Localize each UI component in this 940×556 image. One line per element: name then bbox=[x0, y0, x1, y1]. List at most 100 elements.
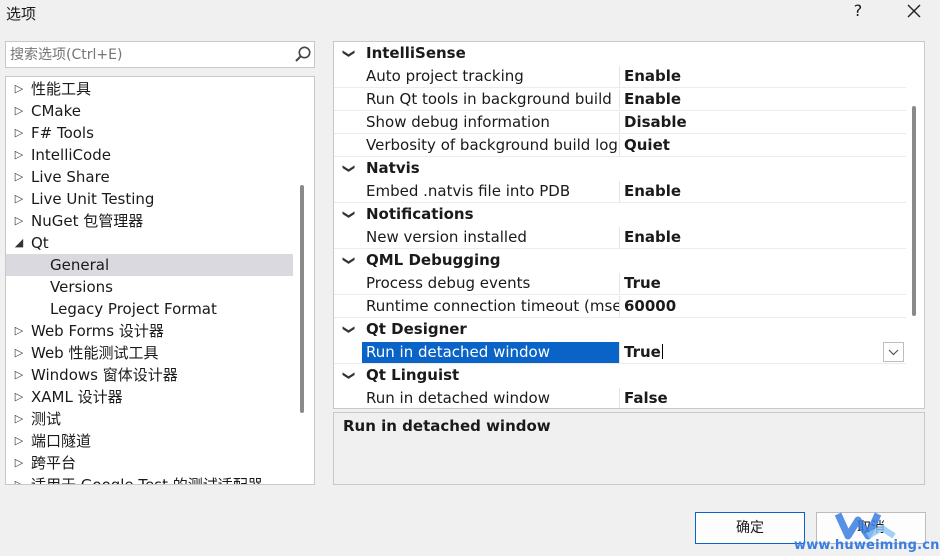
property-row[interactable]: Show debug information Disable bbox=[334, 111, 906, 134]
property-value[interactable]: Enable bbox=[620, 181, 904, 202]
property-value[interactable]: Quiet bbox=[620, 135, 904, 156]
collapsed-arrow-icon[interactable]: ▷ bbox=[13, 320, 25, 342]
collapsed-arrow-icon[interactable]: ▷ bbox=[13, 408, 25, 430]
tree-item[interactable]: ◢ Qt bbox=[6, 232, 293, 254]
tree-item[interactable]: ▷ Web 性能测试工具 bbox=[6, 342, 293, 364]
property-value[interactable]: Enable bbox=[620, 227, 904, 248]
property-category[interactable]: ❯ Qt Linguist bbox=[334, 364, 906, 387]
collapsed-arrow-icon[interactable]: ▷ bbox=[13, 100, 25, 122]
property-name[interactable]: Runtime connection timeout (msec) bbox=[362, 296, 620, 317]
collapsed-arrow-icon[interactable]: ▷ bbox=[13, 452, 25, 474]
tree-child-item[interactable]: Legacy Project Format bbox=[6, 298, 293, 320]
property-value-text: Quiet bbox=[624, 136, 670, 154]
property-row[interactable]: Run in detached window False bbox=[334, 387, 906, 408]
tree-item[interactable]: ▷ 跨平台 bbox=[6, 452, 293, 474]
tree-item-label: Web Forms 设计器 bbox=[31, 322, 164, 340]
collapsed-arrow-icon[interactable]: ▷ bbox=[13, 474, 25, 484]
collapsed-arrow-icon[interactable]: ▷ bbox=[13, 188, 25, 210]
property-name[interactable]: Embed .natvis file into PDB bbox=[362, 181, 620, 202]
close-icon bbox=[907, 4, 921, 18]
tree-item[interactable]: ▷ 测试 bbox=[6, 408, 293, 430]
property-row[interactable]: New version installed Enable bbox=[334, 226, 906, 249]
property-name[interactable]: Run in detached window bbox=[362, 342, 620, 363]
property-row[interactable]: Process debug events True bbox=[334, 272, 906, 295]
collapsed-arrow-icon[interactable]: ▷ bbox=[13, 78, 25, 100]
property-name[interactable]: Verbosity of background build log bbox=[362, 135, 620, 156]
tree-item[interactable]: ▷ Windows 窗体设计器 bbox=[6, 364, 293, 386]
chevron-down-icon bbox=[888, 349, 899, 356]
value-dropdown-button[interactable] bbox=[883, 342, 904, 362]
tree-child-item[interactable]: Versions bbox=[6, 276, 293, 298]
expanded-arrow-icon[interactable]: ◢ bbox=[13, 232, 25, 254]
tree-item-label: Windows 窗体设计器 bbox=[31, 366, 178, 384]
property-name[interactable]: New version installed bbox=[362, 227, 620, 248]
collapsed-arrow-icon[interactable]: ▷ bbox=[13, 122, 25, 144]
property-value[interactable]: Enable bbox=[620, 89, 904, 110]
property-name[interactable]: Run Qt tools in background build bbox=[362, 89, 620, 110]
property-category[interactable]: ❯ Notifications bbox=[334, 203, 906, 226]
category-name: QML Debugging bbox=[366, 251, 501, 269]
property-value[interactable]: False bbox=[620, 388, 904, 408]
collapse-chevron-icon[interactable]: ❯ bbox=[338, 206, 361, 224]
property-name[interactable]: Process debug events bbox=[362, 273, 620, 294]
property-category[interactable]: ❯ Qt Designer bbox=[334, 318, 906, 341]
collapse-chevron-icon[interactable]: ❯ bbox=[338, 252, 361, 270]
tree-item[interactable]: ▷ Live Share bbox=[6, 166, 293, 188]
property-name[interactable]: Auto project tracking bbox=[362, 66, 620, 87]
property-value[interactable]: True bbox=[620, 342, 904, 363]
property-value[interactable]: Disable bbox=[620, 112, 904, 133]
options-tree: ▷ 性能工具 ▷ CMake ▷ F# Tools ▷ IntelliCode ▷ Live Sh… bbox=[5, 76, 315, 485]
tree-item[interactable]: ▷ 适用于 Google Test 的测试适配器 bbox=[6, 474, 293, 485]
tree-item[interactable]: ▷ IntelliCode bbox=[6, 144, 293, 166]
collapsed-arrow-icon[interactable]: ▷ bbox=[13, 386, 25, 408]
collapse-chevron-icon[interactable]: ❯ bbox=[338, 367, 361, 385]
tree-item[interactable]: ▷ 端口隧道 bbox=[6, 430, 293, 452]
property-name[interactable]: Show debug information bbox=[362, 112, 620, 133]
ok-button[interactable]: 确定 bbox=[695, 512, 805, 544]
collapsed-arrow-icon[interactable]: ▷ bbox=[13, 364, 25, 386]
property-row[interactable]: Verbosity of background build log Quiet bbox=[334, 134, 906, 157]
property-value[interactable]: Enable bbox=[620, 66, 904, 87]
property-row[interactable]: Auto project tracking Enable bbox=[334, 65, 906, 88]
tree-item[interactable]: ▷ Web Forms 设计器 bbox=[6, 320, 293, 342]
tree-scrollbar[interactable] bbox=[300, 185, 304, 413]
category-name: Qt Linguist bbox=[366, 366, 460, 384]
property-category[interactable]: ❯ IntelliSense bbox=[334, 42, 906, 65]
tree-item-label: 性能工具 bbox=[31, 80, 92, 98]
search-icon[interactable] bbox=[293, 45, 313, 65]
tree-item-label: 适用于 Google Test 的测试适配器 bbox=[31, 476, 263, 485]
tree-item[interactable]: ▷ XAML 设计器 bbox=[6, 386, 293, 408]
collapsed-arrow-icon[interactable]: ▷ bbox=[13, 144, 25, 166]
tree-item[interactable]: ▷ Live Unit Testing bbox=[6, 188, 293, 210]
property-value-text: Enable bbox=[624, 182, 682, 200]
collapsed-arrow-icon[interactable]: ▷ bbox=[13, 430, 25, 452]
property-row[interactable]: Run in detached window True bbox=[334, 341, 906, 364]
property-category[interactable]: ❯ QML Debugging bbox=[334, 249, 906, 272]
property-row[interactable]: Run Qt tools in background build Enable bbox=[334, 88, 906, 111]
property-name[interactable]: Run in detached window bbox=[362, 388, 620, 408]
property-row[interactable]: Runtime connection timeout (msec) 60000 bbox=[334, 295, 906, 318]
tree-item[interactable]: ▷ 性能工具 bbox=[6, 78, 293, 100]
collapsed-arrow-icon[interactable]: ▷ bbox=[13, 342, 25, 364]
property-row[interactable]: Embed .natvis file into PDB Enable bbox=[334, 180, 906, 203]
property-value-text: False bbox=[624, 389, 668, 407]
tree-child-item[interactable]: General bbox=[6, 254, 293, 276]
search-input[interactable] bbox=[10, 45, 280, 65]
tree-item-label: Legacy Project Format bbox=[50, 300, 217, 318]
tree-item[interactable]: ▷ CMake bbox=[6, 100, 293, 122]
close-button[interactable] bbox=[902, 0, 926, 24]
tree-item[interactable]: ▷ NuGet 包管理器 bbox=[6, 210, 293, 232]
tree-item[interactable]: ▷ F# Tools bbox=[6, 122, 293, 144]
property-value[interactable]: 60000 bbox=[620, 296, 904, 317]
property-value[interactable]: True bbox=[620, 273, 904, 294]
category-name: Qt Designer bbox=[366, 320, 467, 338]
collapsed-arrow-icon[interactable]: ▷ bbox=[13, 166, 25, 188]
collapse-chevron-icon[interactable]: ❯ bbox=[338, 45, 361, 63]
property-value-text: Enable bbox=[624, 90, 682, 108]
grid-scrollbar[interactable] bbox=[912, 106, 916, 316]
collapse-chevron-icon[interactable]: ❯ bbox=[338, 321, 361, 339]
property-category[interactable]: ❯ Natvis bbox=[334, 157, 906, 180]
collapse-chevron-icon[interactable]: ❯ bbox=[338, 160, 361, 178]
help-button[interactable]: ? bbox=[848, 1, 868, 23]
collapsed-arrow-icon[interactable]: ▷ bbox=[13, 210, 25, 232]
